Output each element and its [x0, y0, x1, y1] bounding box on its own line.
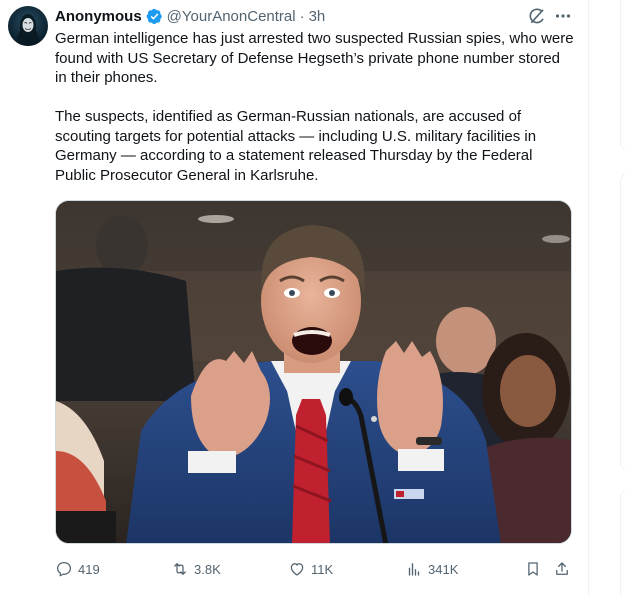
- author-handle[interactable]: @YourAnonCentral: [167, 8, 296, 25]
- tweet-text: German intelligence has just arrested tw…: [55, 29, 575, 185]
- tweet-actions: 419 3.8K 11K 341K: [55, 558, 575, 580]
- bookmark-button[interactable]: [524, 558, 542, 580]
- tweet-paragraph: The suspects, identified as German-Russi…: [55, 108, 537, 184]
- separator-dot: ·: [299, 7, 305, 25]
- verified-badge-icon: [146, 8, 163, 25]
- reply-count: 419: [78, 561, 100, 577]
- tweet-paragraph: German intelligence has just arrested tw…: [55, 30, 574, 86]
- sidebar-card: [620, 488, 625, 596]
- views-count: 341K: [428, 561, 459, 577]
- repost-count: 3.8K: [194, 561, 221, 577]
- bookmark-icon: [528, 562, 538, 576]
- heart-icon: [290, 563, 304, 576]
- reply-icon: [56, 561, 72, 577]
- grok-icon[interactable]: [527, 7, 546, 26]
- repost-icon: [174, 563, 186, 575]
- views-button[interactable]: 341K: [405, 558, 458, 580]
- sidebar-card: [620, 0, 625, 152]
- tweet-photo[interactable]: [55, 200, 572, 544]
- timestamp[interactable]: 3h: [309, 8, 326, 25]
- share-icon: [556, 562, 568, 575]
- author-name[interactable]: Anonymous: [55, 8, 142, 25]
- share-button[interactable]: [553, 558, 571, 580]
- sidebar-card: [620, 172, 625, 472]
- analytics-icon: [408, 563, 420, 576]
- avatar[interactable]: [8, 6, 48, 46]
- like-count: 11K: [311, 561, 334, 577]
- tweet[interactable]: Anonymous @YourAnonCentral · 3h German i…: [0, 0, 588, 596]
- tweet-header: Anonymous @YourAnonCentral · 3h: [55, 6, 325, 26]
- more-icon[interactable]: [553, 6, 573, 26]
- like-button[interactable]: 11K: [288, 558, 333, 580]
- reply-button[interactable]: 419: [55, 558, 100, 580]
- repost-button[interactable]: 3.8K: [171, 558, 221, 580]
- timeline-border: [588, 0, 589, 596]
